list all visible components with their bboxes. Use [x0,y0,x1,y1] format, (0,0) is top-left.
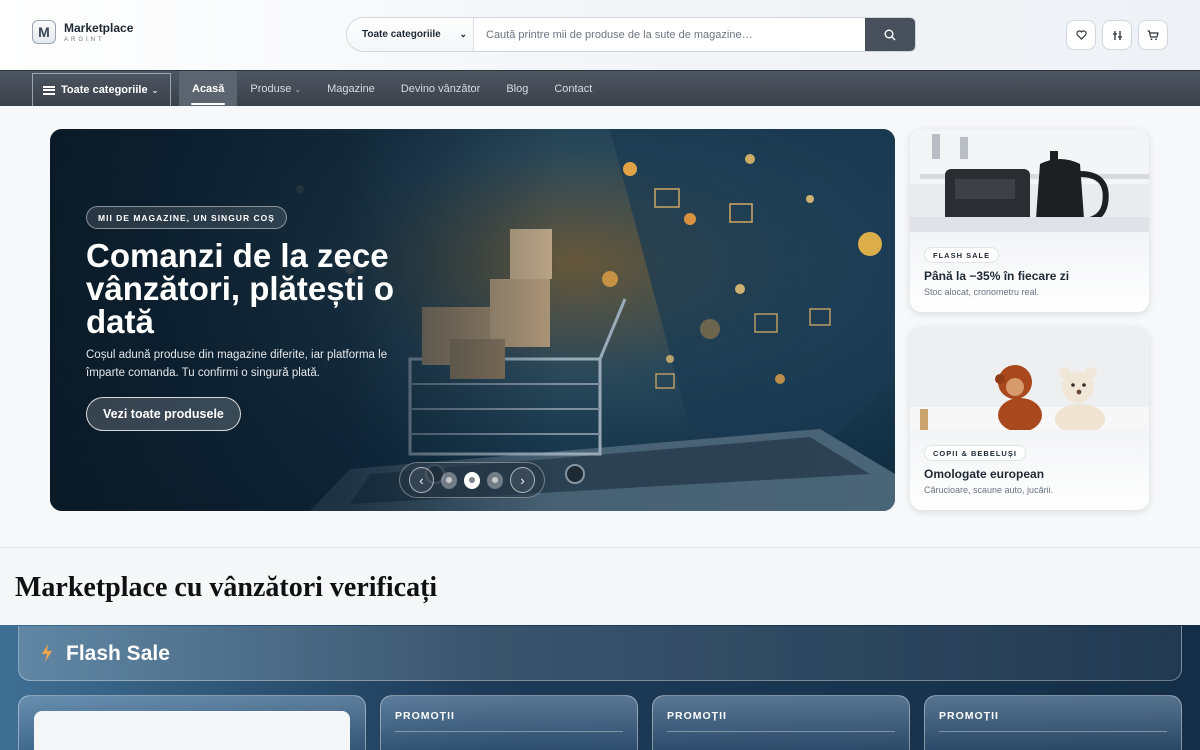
flash-product-card[interactable] [18,695,366,750]
logo-name: Marketplace [64,20,134,35]
carousel-dot[interactable] [463,471,481,489]
promo-card-flash-sale[interactable]: FLASH SALE Până la −35% în fiecare zi St… [910,129,1149,312]
hero-slider: MII DE MAGAZINE, UN SINGUR COȘ Comanzi d… [50,129,895,511]
promo-image-toys [910,327,1149,430]
carousel-prev-button[interactable]: ‹ [409,467,434,493]
search-input[interactable] [474,18,865,51]
promo-card-label: PROMOȚII [939,710,999,722]
nav-link-home[interactable]: Acasă [179,71,238,107]
promo-subtitle: Stoc alocat, cronometru real. [924,287,1040,297]
carousel-dot[interactable] [440,471,457,489]
top-header: M Marketplace ARGINT Toate categoriile ⌄ [0,0,1200,70]
heart-icon [1075,30,1087,40]
divider [939,731,1167,732]
hero-badge: MII DE MAGAZINE, UN SINGUR COȘ [86,206,287,229]
flash-promo-card[interactable]: PROMOȚII [652,695,910,750]
logo-mark: M [32,20,56,44]
nav-link-become-seller[interactable]: Devino vânzător [388,71,494,107]
chevron-down-icon: ⌄ [151,85,159,95]
page-heading: Marketplace cu vânzători verificați [15,572,438,603]
search-category-label: Toate categoriile [362,29,441,40]
chevron-right-icon: › [520,472,525,488]
search-category-select[interactable]: Toate categoriile ⌄ [347,18,474,51]
search-icon [884,29,896,40]
hero-section: MII DE MAGAZINE, UN SINGUR COȘ Comanzi d… [0,106,1200,548]
divider [667,731,895,732]
chevron-left-icon: ‹ [419,472,424,488]
nav-link-stores[interactable]: Magazine [314,71,388,107]
product-image-placeholder [34,711,350,750]
search-bar: Toate categoriile ⌄ [346,17,916,52]
compare-icon [1112,30,1122,40]
all-categories-button[interactable]: Toate categoriile ⌄ [32,73,171,107]
nav-link-label: Devino vânzător [400,83,481,95]
promo-card-label: PROMOȚII [667,710,727,722]
hero-description: Coșul adună produse din magazine diferit… [86,349,388,379]
view-all-products-button[interactable]: Vezi toate produsele [86,397,241,431]
nav-link-label: Magazine [327,83,375,95]
divider [395,731,623,732]
carousel-next-button[interactable]: › [510,467,535,493]
flash-promo-card[interactable]: PROMOȚII [380,695,638,750]
carousel-dot[interactable] [487,471,504,489]
cart-icon [1147,29,1159,40]
all-categories-label: Toate categoriile [61,84,148,96]
nav-link-blog[interactable]: Blog [493,71,541,107]
nav-link-label: Produse [250,83,292,95]
compare-button[interactable] [1102,20,1132,50]
search-button[interactable] [865,18,915,51]
wishlist-button[interactable] [1066,20,1096,50]
logo-tagline: ARGINT [64,36,105,43]
nav-link-label: Contact [554,83,593,95]
logo[interactable]: M Marketplace ARGINT [32,20,133,44]
promo-badge: FLASH SALE [924,247,1000,263]
hero-title: Comanzi de la zece vânzători, plătești o… [86,237,395,340]
menu-icon [43,85,55,95]
promo-title: Omologate european [924,467,1045,481]
promo-image-appliances [910,129,1149,232]
promo-subtitle: Cărucioare, scaune auto, jucării. [924,485,1054,495]
nav-link-products[interactable]: Produse ⌄ [237,71,314,107]
promo-badge: COPII & BEBELUȘI [924,445,1026,461]
promo-title: Până la −35% în fiecare zi [924,269,1070,283]
flash-sale-title: Flash Sale [66,642,170,665]
carousel-controls: ‹ › [399,462,545,498]
nav-link-label: Blog [506,83,529,95]
nav-link-contact[interactable]: Contact [541,71,605,107]
flash-promo-card[interactable]: PROMOȚII [924,695,1182,750]
main-nav: Toate categoriile ⌄ Acasă Produse ⌄ Magaz… [0,70,1200,107]
chevron-down-icon: ⌄ [294,84,302,94]
nav-link-label: Acasă [192,83,225,95]
lightning-icon [42,644,52,662]
flash-sale-header: Flash Sale [18,626,1182,681]
promo-card-label: PROMOȚII [395,710,455,722]
promo-card-kids[interactable]: COPII & BEBELUȘI Omologate european Căru… [910,327,1149,510]
flash-sale-section: Flash Sale PROMOȚII PROMOȚII PROMOȚII [0,625,1200,750]
chevron-down-icon: ⌄ [459,29,467,39]
cart-button[interactable] [1138,20,1168,50]
